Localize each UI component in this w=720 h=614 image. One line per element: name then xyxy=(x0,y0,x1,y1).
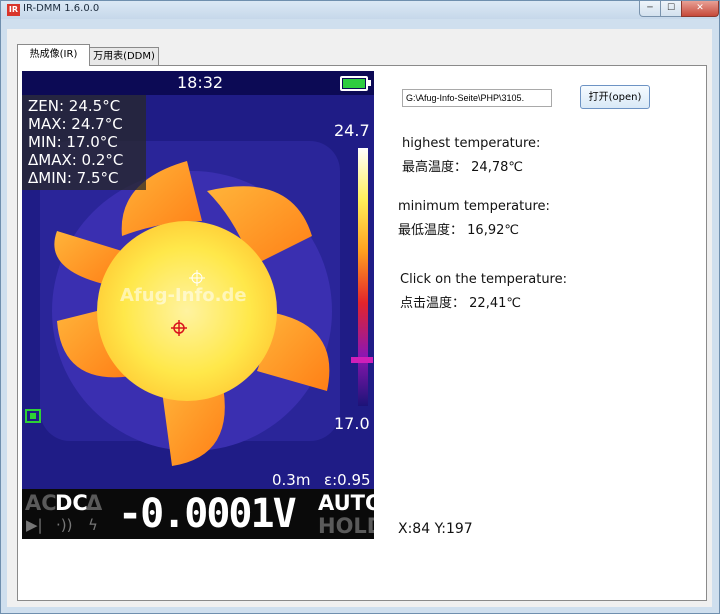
stat-delta-min: ΔMIN: 7.5°C xyxy=(28,169,119,187)
color-scale-bar xyxy=(358,148,368,406)
stat-zen: ZEN: 24.5°C xyxy=(28,97,121,115)
click-value-row: 点击温度： 22,41℃ xyxy=(400,292,521,311)
file-path-input[interactable] xyxy=(402,89,552,107)
highest-value: 24,78℃ xyxy=(471,160,523,175)
minimize-button[interactable]: ─ xyxy=(639,1,661,17)
stat-max: MAX: 24.7°C xyxy=(28,115,123,133)
highest-label-cn: 最高温度： xyxy=(402,160,468,175)
diode-icon: ▶| xyxy=(26,516,43,534)
ir-stats-overlay: ZEN: 24.5°C MAX: 24.7°C MIN: 17.0°C ΔMAX… xyxy=(22,95,146,190)
tab-ddm[interactable]: 万用表(DDM) xyxy=(89,47,159,66)
ir-clock: 18:32 xyxy=(177,73,224,92)
window-title: IR-DMM 1.6.0.0 xyxy=(23,3,100,14)
open-button[interactable]: 打开(open) xyxy=(580,85,650,109)
emissivity-readout: ε:0.95 xyxy=(324,471,371,489)
client-area: 热成像(IR) 万用表(DDM) 18:32 ZEN: 24.5°C MAX: … xyxy=(7,29,712,607)
maximize-button[interactable]: ☐ xyxy=(660,1,682,17)
scale-marker xyxy=(351,357,373,363)
app-icon: IR xyxy=(7,4,20,16)
minimum-value-row: 最低温度： 16,92℃ xyxy=(398,219,519,238)
app-window: IR IR-DMM 1.6.0.0 ─ ☐ ✕ 热成像(IR) 万用表(DDM) xyxy=(0,0,720,614)
highest-label-en: highest temperature: xyxy=(402,136,541,151)
scale-max-label: 24.7 xyxy=(334,121,370,140)
lightning-icon: ϟ xyxy=(88,516,98,534)
thermal-image[interactable]: 18:32 ZEN: 24.5°C MAX: 24.7°C MIN: 17.0°… xyxy=(22,71,374,539)
tab-ir[interactable]: 热成像(IR) xyxy=(17,44,90,66)
distance-readout: 0.3m xyxy=(272,471,311,489)
dmm-value: -0.0001V xyxy=(118,491,297,537)
click-label-en: Click on the temperature: xyxy=(400,272,567,287)
stat-min: MIN: 17.0°C xyxy=(28,133,118,151)
stat-delta-max: ΔMAX: 0.2°C xyxy=(28,151,124,169)
close-button[interactable]: ✕ xyxy=(681,1,719,17)
highest-value-row: 最高温度： 24,78℃ xyxy=(402,156,523,175)
click-label-cn: 点击温度： xyxy=(400,296,466,311)
watermark: Afug-Info.de xyxy=(120,285,247,306)
auto-indicator: AUTO xyxy=(318,491,374,515)
cursor-coordinates: X:84 Y:197 xyxy=(398,521,473,537)
delta-indicator: Δ xyxy=(86,491,103,515)
minimum-value: 16,92℃ xyxy=(467,223,519,238)
minimum-label-en: minimum temperature: xyxy=(398,199,550,214)
ac-indicator: AC xyxy=(25,491,57,515)
hold-indicator: HOLD xyxy=(318,514,374,538)
battery-icon xyxy=(340,76,371,91)
dc-indicator: DC xyxy=(55,491,88,515)
tab-panel: 18:32 ZEN: 24.5°C MAX: 24.7°C MIN: 17.0°… xyxy=(17,65,707,601)
click-value: 22,41℃ xyxy=(469,296,521,311)
continuity-icon: ·)) xyxy=(56,516,73,534)
title-bar[interactable]: IR IR-DMM 1.6.0.0 ─ ☐ ✕ xyxy=(1,1,719,19)
focus-icon xyxy=(25,409,41,423)
ir-status-bar: 18:32 xyxy=(22,71,374,95)
minimum-label-cn: 最低温度： xyxy=(398,223,464,238)
dmm-readout-bar: AC DC Δ ▶| ·)) ϟ -0.0001V AUTO HOLD xyxy=(22,489,374,539)
scale-min-label: 17.0 xyxy=(334,414,370,433)
